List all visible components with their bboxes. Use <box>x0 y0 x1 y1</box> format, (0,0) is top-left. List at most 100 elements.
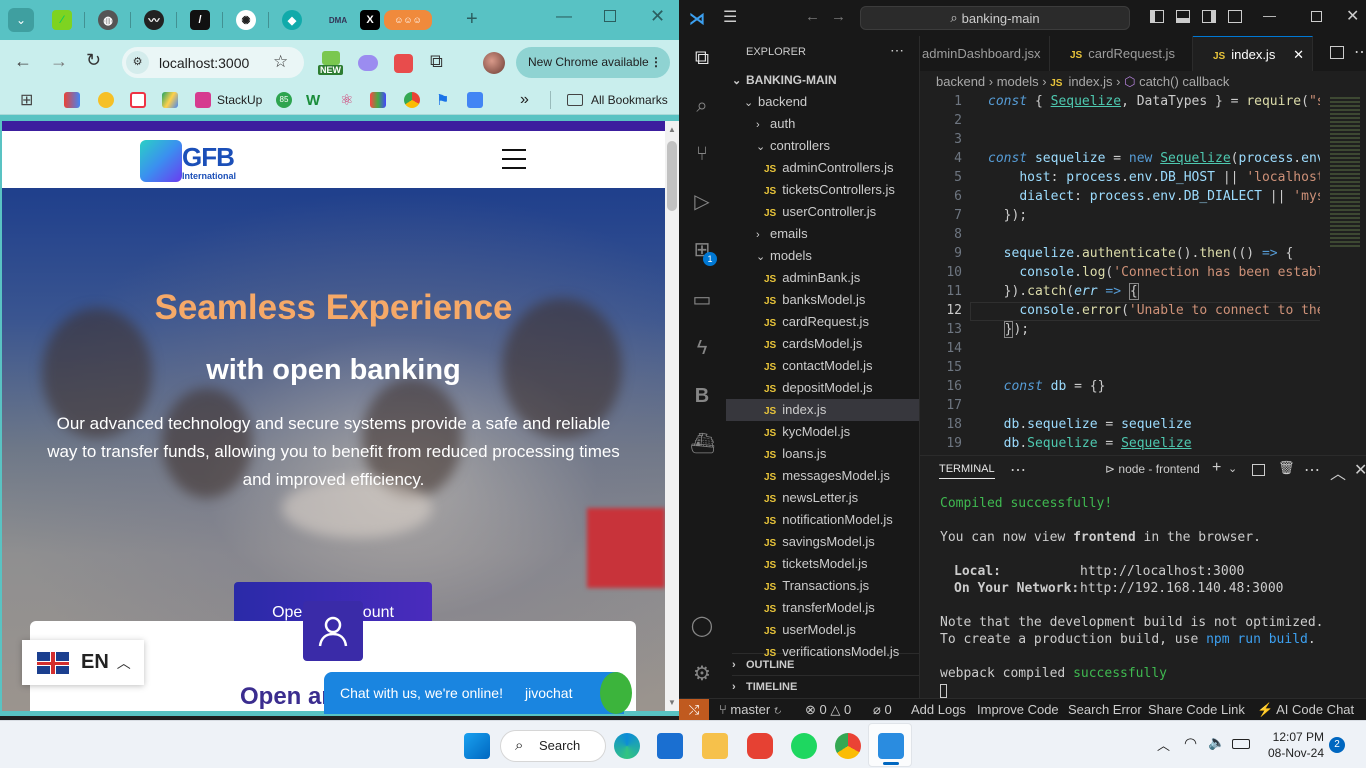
page-scrollbar[interactable]: ▲ ▼ <box>665 121 679 711</box>
extensions-puzzle-icon[interactable]: ⧉ <box>430 51 443 72</box>
tab-icon-trend[interactable]: 〰 <box>144 10 164 30</box>
timeline-section[interactable]: › TIMELINE <box>732 675 925 697</box>
window-minimize-icon[interactable]: — <box>1263 8 1276 23</box>
run-debug-icon[interactable]: ▷ <box>690 190 714 214</box>
gfb-logo[interactable]: GFB International <box>140 140 245 182</box>
spotify-icon[interactable] <box>791 733 817 759</box>
minimap[interactable] <box>1320 93 1366 451</box>
minimize-icon[interactable]: — <box>556 8 572 26</box>
edge-icon[interactable] <box>614 733 640 759</box>
nav-back-icon[interactable]: ← <box>805 8 820 25</box>
store-icon[interactable] <box>657 733 683 759</box>
editor-more-icon[interactable]: ⋯ <box>1354 42 1366 62</box>
chat-widget[interactable]: Chat with us, we're online! jivochat <box>324 672 632 714</box>
source-control-icon[interactable]: ⑂ <box>690 142 714 166</box>
bookmark-85[interactable]: 85 <box>276 91 292 109</box>
bookmark-icon-yellow[interactable] <box>98 91 114 109</box>
toggle-panel-icon[interactable] <box>1176 10 1190 23</box>
maximize-panel-icon[interactable]: ︿ <box>1330 460 1346 484</box>
breadcrumb-symbol[interactable]: catch() callback <box>1139 74 1229 89</box>
toggle-secondary-sidebar-icon[interactable] <box>1202 10 1216 23</box>
battery-icon[interactable] <box>1232 739 1250 749</box>
back-icon[interactable]: ← <box>14 51 32 72</box>
bookmark-w-icon[interactable]: W <box>306 91 320 109</box>
explorer-more-icon[interactable]: ⋯ <box>890 42 904 59</box>
forward-icon[interactable]: → <box>50 51 68 72</box>
file-item[interactable]: JS messagesModel.js <box>764 465 919 487</box>
docs-icon[interactable] <box>467 91 483 109</box>
file-item[interactable]: JS transferModel.js <box>764 597 919 619</box>
tab-icon-dma[interactable]: DMA <box>328 10 348 30</box>
account-icon[interactable]: ◯ <box>690 614 714 638</box>
command-center[interactable]: ⌕ banking-main <box>860 6 1130 30</box>
bookmarks-overflow-icon[interactable]: » <box>520 91 529 109</box>
bookmark-star-icon[interactable]: ☆ <box>273 52 288 72</box>
branch-indicator[interactable]: ⑂ master ↻ <box>719 702 782 717</box>
file-item[interactable]: JS userModel.js <box>764 619 919 641</box>
tab-icon-globe[interactable]: ◍ <box>98 10 118 30</box>
terminal-local-url[interactable]: http://localhost:3000 <box>1080 564 1244 579</box>
bookmark-icon-red[interactable] <box>130 91 146 109</box>
manage-gear-icon[interactable]: ⚙ <box>690 662 714 686</box>
file-item[interactable]: JS kycModel.js <box>764 421 919 443</box>
breadcrumb-backend[interactable]: backend <box>936 74 985 89</box>
file-item[interactable]: JS savingsModel.js <box>764 531 919 553</box>
toggle-sidebar-icon[interactable] <box>1150 10 1164 23</box>
react-icon[interactable]: ⚛ <box>340 91 353 109</box>
menu-hamburger-icon[interactable]: ☰ <box>723 7 737 27</box>
tab-icon-teal[interactable]: ◆ <box>282 10 302 30</box>
menu-kebab-icon[interactable]: ⋮ <box>650 47 662 78</box>
extension-cloud-icon[interactable] <box>358 55 378 71</box>
file-item[interactable]: JS adminBank.js <box>764 267 919 289</box>
file-item[interactable]: JS notificationModel.js <box>764 509 919 531</box>
docker-icon[interactable]: ⛴ <box>690 432 715 456</box>
problems-indicator[interactable]: ⊗ 0 △ 0 <box>805 702 851 718</box>
file-item[interactable]: JS index.js <box>726 399 919 421</box>
profile-avatar[interactable] <box>483 52 505 74</box>
reload-icon[interactable]: ↻ <box>86 50 101 71</box>
explorer-icon[interactable]: ⧉ <box>690 46 714 70</box>
volume-icon[interactable]: 🔈 <box>1208 734 1225 751</box>
site-info-icon[interactable]: ⚙ <box>126 51 149 74</box>
file-item[interactable]: JS banksModel.js <box>764 289 919 311</box>
bookmark-blocks-icon[interactable] <box>370 91 386 109</box>
file-item[interactable]: JS Transactions.js <box>764 575 919 597</box>
breadcrumb-file[interactable]: index.js <box>1068 74 1112 89</box>
terminal-network-url[interactable]: http://192.168.140.48:3000 <box>1080 581 1284 596</box>
google-drive-icon[interactable] <box>162 91 178 109</box>
window-maximize-icon[interactable] <box>1311 11 1322 22</box>
new-tab-button[interactable]: + <box>466 8 478 31</box>
file-item[interactable]: JS cardRequest.js <box>764 311 919 333</box>
terminal-shell-selector[interactable]: ⊳ node - frontend <box>1105 462 1200 476</box>
folder-item[interactable]: ⌄ controllers <box>756 135 919 157</box>
search-icon[interactable]: ⌕ <box>690 94 714 118</box>
remote-explorer-icon[interactable]: ▭ <box>690 288 714 312</box>
file-item[interactable]: JS depositModel.js <box>764 377 919 399</box>
tab-card-request[interactable]: JS cardRequest.js <box>1050 36 1193 71</box>
folder-item[interactable]: › auth <box>756 113 919 135</box>
status-share-code-link[interactable]: Share Code Link <box>1148 702 1245 717</box>
tab-close-icon[interactable]: ✕ <box>1293 37 1304 72</box>
terminal-tab[interactable]: TERMINAL <box>939 463 995 479</box>
file-item[interactable]: JS cardsModel.js <box>764 333 919 355</box>
all-bookmarks[interactable]: All Bookmarks <box>567 91 668 109</box>
split-editor-icon[interactable] <box>1330 46 1344 59</box>
chrome-bookmark-icon[interactable] <box>404 91 420 109</box>
notification-badge[interactable]: 2 <box>1329 737 1345 753</box>
taskbar-search[interactable]: ⌕ Search <box>500 730 606 762</box>
clock[interactable]: 12:07 PM 08-Nov-24 <box>1268 729 1324 761</box>
kill-terminal-icon[interactable]: 🗑 <box>1278 460 1295 476</box>
address-text[interactable]: localhost:3000 <box>159 55 249 71</box>
close-panel-icon[interactable]: ✕ <box>1354 460 1366 480</box>
vscode-taskbar-item[interactable] <box>868 723 912 767</box>
chrome-update-chip[interactable]: New Chrome available ⋮ <box>516 47 670 78</box>
maximize-icon[interactable] <box>604 10 616 22</box>
file-item[interactable]: JS ticketsControllers.js <box>764 179 919 201</box>
folder-item[interactable]: ⌄ models <box>756 245 919 267</box>
status-improve-code[interactable]: Improve Code <box>977 702 1059 717</box>
address-bar[interactable]: ⚙ localhost:3000 ☆ <box>122 47 304 78</box>
file-item[interactable]: JS newsLetter.js <box>764 487 919 509</box>
b-extension-icon[interactable]: B <box>690 384 714 408</box>
code-editor[interactable]: const { Sequelize, DataTypes } = require… <box>920 93 1320 451</box>
close-icon[interactable]: ✕ <box>650 6 665 27</box>
